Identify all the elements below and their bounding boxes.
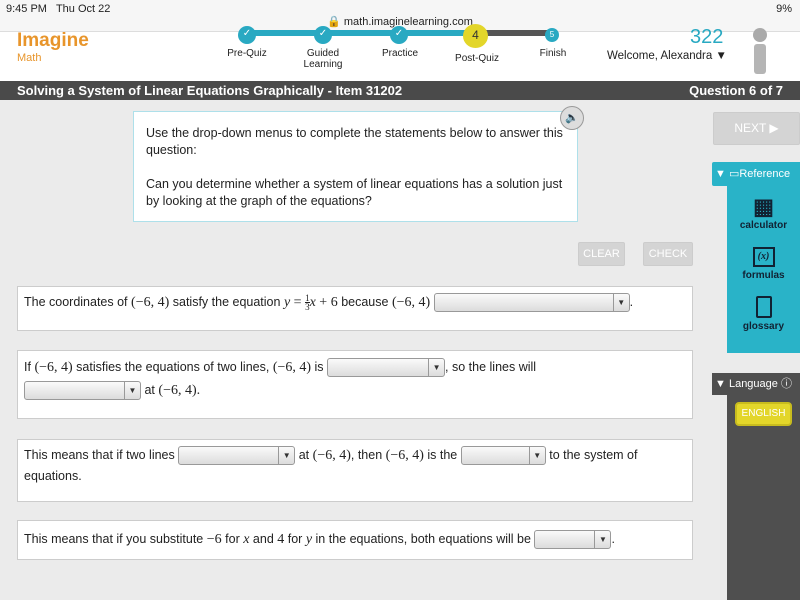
step-guided-learning: Guided Learning <box>303 48 343 70</box>
dropdown-3[interactable]: ▼ <box>24 381 141 401</box>
statement-3: This means that if two lines ▼ at (−6, 4… <box>17 439 693 502</box>
step-practice: Practice <box>381 48 419 59</box>
statement-2: If (−6, 4) satisfies the equations of tw… <box>17 350 693 419</box>
language-panel: ▼ Language ⓘ ENGLISH <box>712 373 800 600</box>
step-finish: Finish <box>539 48 567 59</box>
dropdown-4[interactable]: ▼ <box>178 446 296 466</box>
glossary-button[interactable]: glossary <box>727 296 800 332</box>
dropdown-1[interactable]: ▼ <box>433 293 630 313</box>
page-title: Solving a System of Linear Equations Gra… <box>17 83 403 98</box>
caret-down-icon: ▼ <box>528 447 545 465</box>
user-menu[interactable]: Welcome, Alexandra ▼ <box>607 50 727 62</box>
calculator-button[interactable]: ▦ calculator <box>727 194 800 231</box>
dropdown-6[interactable]: ▼ <box>534 530 612 550</box>
caret-down-icon: ▼ <box>612 294 629 312</box>
clipboard-icon <box>755 296 772 318</box>
speaker-icon[interactable]: 🔈 <box>560 106 584 130</box>
caret-down-icon: ▼ <box>124 382 140 400</box>
info-icon: ⓘ <box>780 378 792 390</box>
logo-sub: Math <box>17 52 42 64</box>
step-5: 5 <box>545 28 559 42</box>
formulas-button[interactable]: (x) formulas <box>727 247 800 281</box>
check-icon: ✓ <box>238 26 256 44</box>
check-icon: ✓ <box>390 26 408 44</box>
date: Thu Oct 22 <box>55 3 111 15</box>
score: 322 <box>690 26 724 48</box>
clear-button[interactable]: CLEAR <box>578 242 625 266</box>
reference-panel: ▼ ▭Reference ▦ calculator (x) formulas glo… <box>712 162 800 353</box>
caret-down-icon: ▼ <box>715 50 727 62</box>
next-button[interactable]: NEXT ▶ <box>713 112 800 145</box>
english-button[interactable]: ENGLISH <box>735 402 792 426</box>
calculator-icon: ▦ <box>753 194 774 219</box>
logo: Imagine <box>17 30 89 51</box>
time: 9:45 PM <box>6 3 47 15</box>
question-counter: Question 6 of 7 <box>689 83 783 98</box>
battery: 9% <box>776 3 792 15</box>
step-post-quiz: Post-Quiz <box>455 53 499 64</box>
avatar <box>748 28 770 78</box>
step-pre-quiz: Pre-Quiz <box>227 48 267 59</box>
language-toggle[interactable]: ▼ Language ⓘ <box>712 373 800 395</box>
question-prompt: Use the drop-down menus to complete the … <box>133 111 578 222</box>
caret-down-icon: ▼ <box>594 531 610 549</box>
title-bar: Solving a System of Linear Equations Gra… <box>0 81 800 100</box>
step-4-current: 4 <box>463 24 488 48</box>
reference-toggle[interactable]: ▼ ▭Reference <box>712 162 800 186</box>
formulas-icon: (x) <box>752 247 775 267</box>
dropdown-2[interactable]: ▼ <box>327 358 446 378</box>
statement-4: This means that if you substitute −6 for… <box>17 520 693 560</box>
caret-down-icon: ▼ <box>278 447 294 465</box>
dropdown-5[interactable]: ▼ <box>460 446 546 466</box>
check-button[interactable]: CHECK <box>643 242 693 266</box>
check-icon: ✓ <box>314 26 332 44</box>
statement-1: The coordinates of (−6, 4) satisfy the e… <box>17 286 693 331</box>
caret-down-icon: ▼ <box>428 359 444 377</box>
